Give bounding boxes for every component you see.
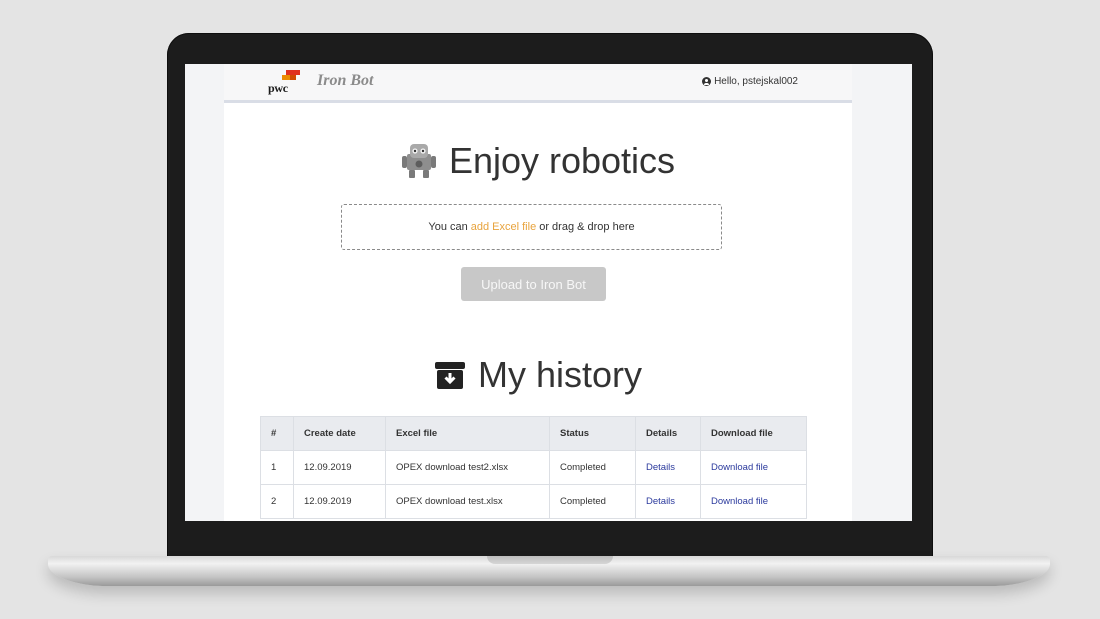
column-header-number[interactable]: # [260, 416, 294, 451]
laptop-notch [487, 556, 613, 564]
history-title: My history [224, 354, 852, 396]
details-link[interactable]: Details [646, 496, 675, 507]
row-create-date: 12.09.2019 [293, 450, 386, 485]
row-create-date: 12.09.2019 [293, 484, 386, 519]
add-excel-file-link[interactable]: add Excel file [471, 221, 536, 233]
user-greeting: Hello, pstejskal002 [714, 76, 798, 87]
column-header-create-date[interactable]: Create date [293, 416, 386, 451]
page-title: Enjoy robotics [224, 140, 852, 182]
robot-icon [401, 144, 436, 178]
row-download-cell: Download file [700, 484, 807, 519]
row-status: Completed [549, 484, 636, 519]
row-excel-file: OPEX download test2.xlsx [385, 450, 550, 485]
logo-text: pwc [268, 81, 288, 95]
table-row: 1 12.09.2019 OPEX download test2.xlsx Co… [260, 450, 807, 485]
column-header-details[interactable]: Details [635, 416, 701, 451]
row-excel-file: OPEX download test.xlsx [385, 484, 550, 519]
user-menu[interactable]: Hello, pstejskal002 [702, 76, 798, 87]
history-title-text: My history [477, 354, 643, 395]
download-file-link[interactable]: Download file [711, 496, 768, 507]
logo-block-dark-orange [290, 75, 296, 80]
row-details-cell: Details [635, 450, 701, 485]
row-number: 2 [260, 484, 294, 519]
file-dropzone[interactable]: You can add Excel file or drag & drop he… [341, 204, 722, 250]
column-header-download-file[interactable]: Download file [700, 416, 807, 451]
pwc-logo[interactable]: pwc [268, 68, 304, 95]
download-file-link[interactable]: Download file [711, 462, 768, 473]
row-number: 1 [260, 450, 294, 485]
app-page: pwc Iron Bot Hello, pstejskal002 Enjoy r… [224, 64, 852, 521]
row-download-cell: Download file [700, 450, 807, 485]
upload-button[interactable]: Upload to Iron Bot [461, 267, 606, 301]
details-link[interactable]: Details [646, 462, 675, 473]
history-table: # Create date Excel file Status Details … [260, 416, 807, 519]
row-status: Completed [549, 450, 636, 485]
table-header-row: # Create date Excel file Status Details … [260, 416, 807, 451]
app-brand[interactable]: Iron Bot [317, 72, 373, 90]
top-navbar: pwc Iron Bot Hello, pstejskal002 [224, 64, 852, 103]
table-row: 2 12.09.2019 OPEX download test.xlsx Com… [260, 484, 807, 519]
laptop-screen: pwc Iron Bot Hello, pstejskal002 Enjoy r… [185, 64, 912, 521]
dropzone-suffix: or drag & drop here [539, 221, 635, 233]
row-details-cell: Details [635, 484, 701, 519]
column-header-excel-file[interactable]: Excel file [385, 416, 550, 451]
column-header-status[interactable]: Status [549, 416, 636, 451]
dropzone-prefix: You can [428, 221, 468, 233]
user-icon [702, 77, 712, 86]
archive-download-icon [434, 362, 465, 389]
page-title-text: Enjoy robotics [448, 140, 676, 181]
